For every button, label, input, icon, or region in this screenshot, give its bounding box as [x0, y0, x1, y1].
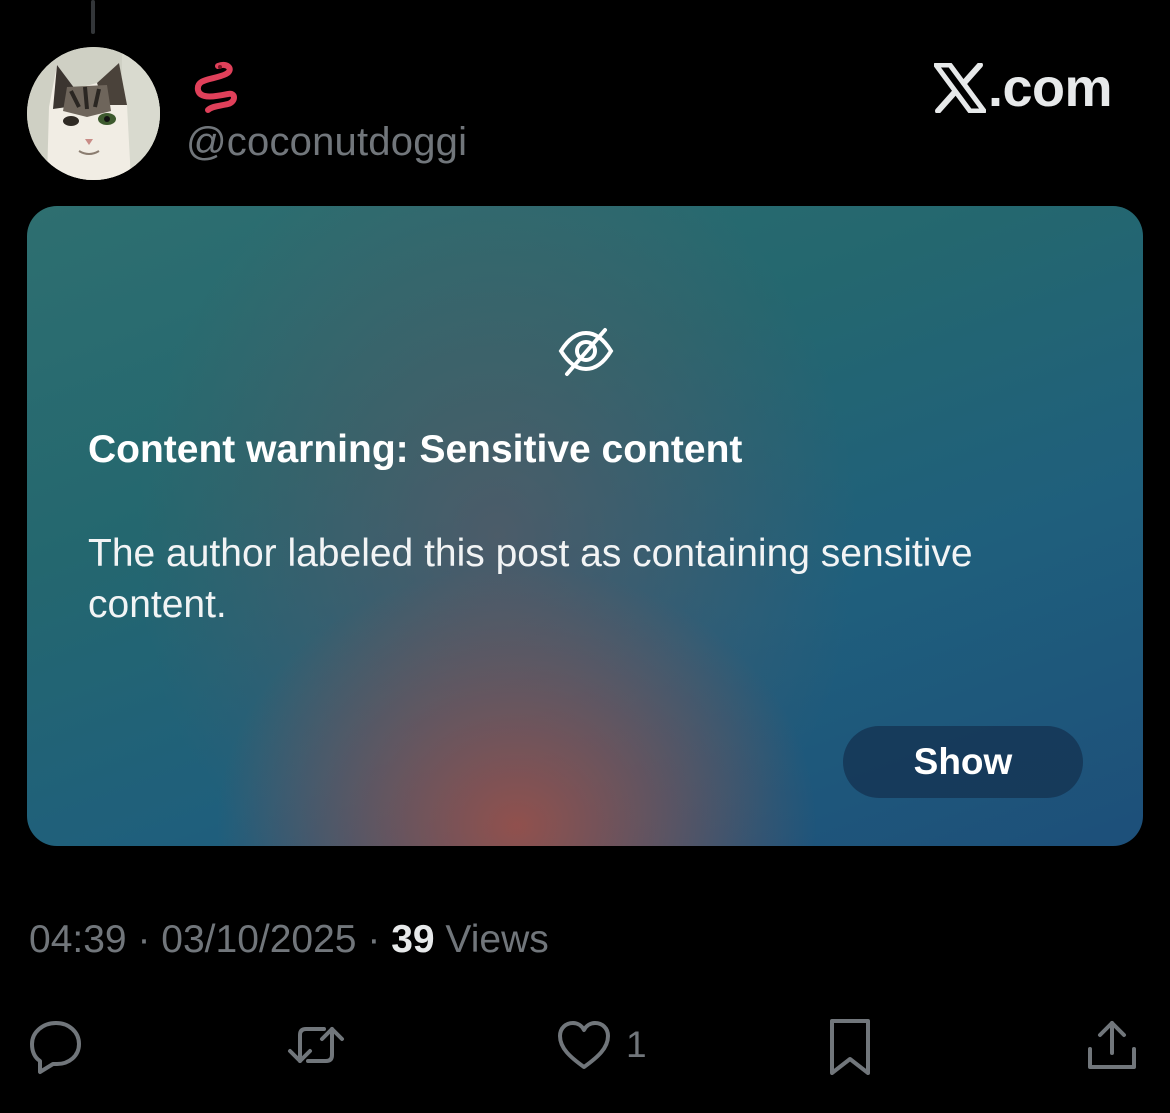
views-label: Views: [445, 918, 549, 961]
reply-button[interactable]: [26, 1010, 86, 1080]
brand-watermark: .com: [933, 58, 1113, 118]
bookmark-icon: [830, 1019, 870, 1075]
share-icon: [1088, 1021, 1136, 1069]
repost-button[interactable]: [286, 1010, 346, 1080]
sensitive-content-card: Content warning: Sensitive content The a…: [27, 206, 1143, 846]
thread-connector-line: [91, 0, 95, 34]
cat-avatar-image: [27, 47, 160, 180]
repost-icon: [288, 1027, 344, 1063]
bookmark-button[interactable]: [820, 1010, 880, 1080]
eye-off-icon: [558, 328, 614, 376]
heart-icon: [558, 1021, 610, 1069]
author-handle[interactable]: @coconutdoggi: [186, 120, 467, 165]
post-meta: 04:39 · 03/10/2025 · 39 Views: [29, 918, 549, 962]
share-button[interactable]: [1082, 1010, 1142, 1080]
content-warning-title: Content warning: Sensitive content: [88, 428, 743, 471]
post-screenshot: @coconutdoggi .com Content warning: Sens…: [0, 0, 1170, 1113]
post-time[interactable]: 04:39: [29, 918, 127, 961]
x-logo-icon: [933, 63, 986, 113]
show-button[interactable]: Show: [843, 726, 1083, 798]
meta-separator: ·: [367, 918, 381, 961]
reply-icon: [30, 1021, 81, 1074]
post-date[interactable]: 03/10/2025: [161, 918, 356, 961]
content-warning-body: The author labeled this post as containi…: [88, 532, 973, 626]
meta-separator: ·: [137, 918, 151, 961]
views-count: 39: [391, 918, 435, 961]
avatar[interactable]: [27, 47, 160, 180]
display-name-emoji[interactable]: [188, 58, 248, 114]
worm-emoji-icon: [194, 62, 237, 113]
like-button[interactable]: 1: [554, 1010, 647, 1080]
like-count: 1: [626, 1024, 647, 1065]
action-bar: 1: [0, 1010, 1170, 1080]
brand-text: .com: [987, 58, 1113, 118]
